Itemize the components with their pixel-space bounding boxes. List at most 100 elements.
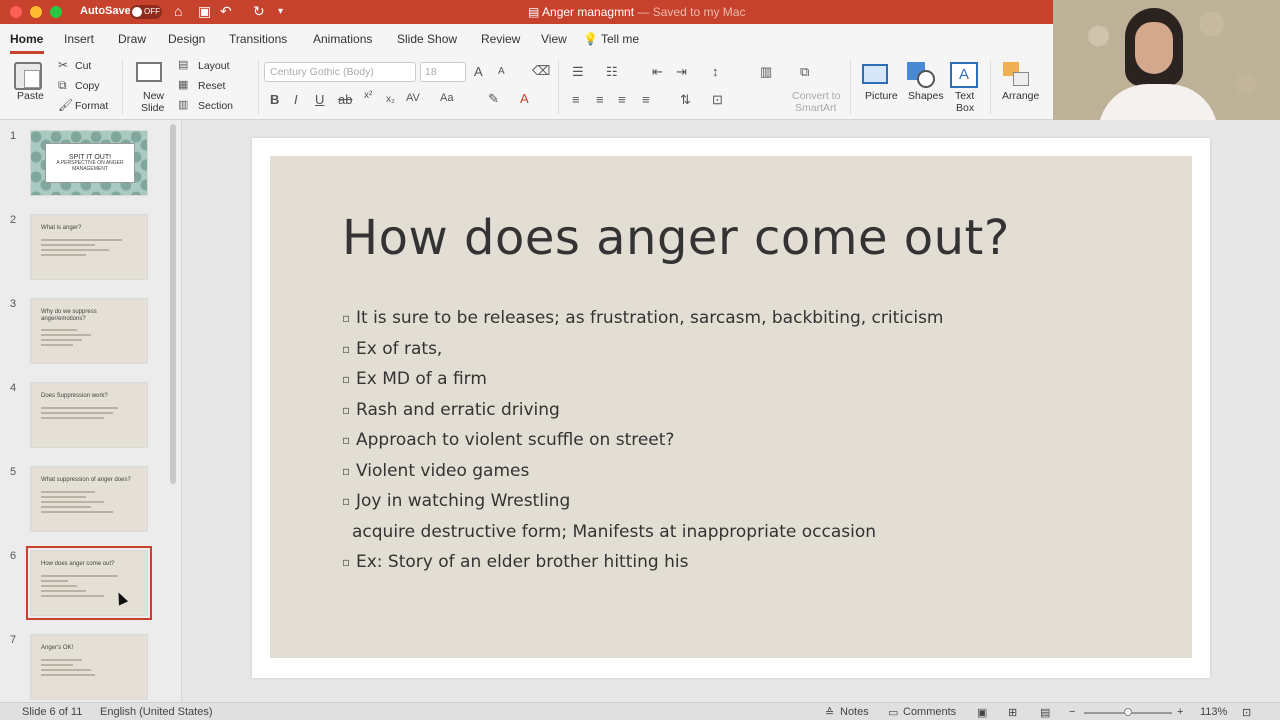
tab-draw[interactable]: Draw — [118, 32, 146, 46]
font-color-icon[interactable]: A — [520, 91, 529, 106]
cut-button[interactable]: Cut — [75, 60, 91, 72]
undo-icon[interactable]: ↶ — [220, 3, 232, 20]
tab-slide-show[interactable]: Slide Show — [397, 32, 457, 46]
notes-icon[interactable]: ≙ — [825, 706, 834, 719]
section-icon[interactable]: ▥ — [178, 98, 188, 111]
bold-icon[interactable]: B — [270, 92, 279, 107]
slide-sorter-icon[interactable]: ⊞ — [1008, 706, 1017, 719]
slide-thumbnail-4[interactable]: Does Suppression work? — [30, 382, 148, 448]
tab-transitions[interactable]: Transitions — [229, 32, 287, 46]
reset-button[interactable]: Reset — [198, 80, 225, 92]
change-case-icon[interactable]: Aa — [440, 92, 453, 104]
align-center-icon[interactable]: ≡ — [596, 92, 604, 107]
format-painter-button[interactable]: Format — [75, 100, 108, 112]
strikethrough-icon[interactable]: ab — [338, 92, 352, 107]
arrange-icon[interactable] — [1003, 62, 1031, 88]
slide-thumbnail-7[interactable]: Anger's OK! — [30, 634, 148, 700]
bullet-item: It is sure to be releases; as frustratio… — [342, 306, 1162, 337]
tab-home[interactable]: Home — [10, 32, 43, 46]
convert-smartart-label-2[interactable]: SmartArt — [795, 102, 836, 114]
close-window-button[interactable] — [10, 6, 22, 18]
notes-button[interactable]: Notes — [840, 706, 869, 718]
comments-button[interactable]: Comments — [903, 706, 956, 718]
copy-icon[interactable]: ⧉ — [58, 78, 67, 93]
tab-view[interactable]: View — [541, 32, 567, 46]
superscript-icon[interactable]: x² — [364, 90, 372, 101]
character-spacing-icon[interactable]: AV — [406, 92, 420, 104]
text-box-icon[interactable]: A — [950, 62, 978, 88]
tab-design[interactable]: Design — [168, 32, 205, 46]
align-right-icon[interactable]: ≡ — [618, 92, 626, 107]
paste-button[interactable]: Paste — [17, 90, 44, 102]
slide-thumbnail-6[interactable]: How does anger come out? — [26, 546, 152, 620]
bullets-icon[interactable]: ☰ — [572, 64, 584, 80]
tell-me-search[interactable]: Tell me — [601, 32, 639, 46]
increase-indent-icon[interactable]: ⇥ — [676, 64, 687, 80]
new-slide-label-2[interactable]: Slide — [141, 102, 164, 114]
line-spacing-icon[interactable]: ↕ — [712, 64, 719, 79]
align-text-icon[interactable]: ⊡ — [712, 92, 723, 108]
layout-button[interactable]: Layout — [198, 60, 230, 72]
tab-review[interactable]: Review — [481, 32, 520, 46]
justify-icon[interactable]: ≡ — [642, 92, 650, 107]
thumbnails-scrollbar[interactable] — [170, 124, 176, 484]
clear-format-icon[interactable]: ⌫ — [532, 63, 550, 79]
customize-toolbar-icon[interactable]: ▾ — [278, 6, 283, 17]
new-slide-icon[interactable] — [136, 62, 162, 82]
slide-thumbnail-2[interactable]: What is anger? — [30, 214, 148, 280]
slide-thumbnail-1[interactable]: SPIT IT OUT! A PERSPECTIVE ON ANGER MANA… — [30, 130, 148, 196]
tab-animations[interactable]: Animations — [313, 32, 372, 46]
slide-canvas[interactable]: How does anger come out? It is sure to b… — [252, 138, 1210, 678]
maximize-window-button[interactable] — [50, 6, 62, 18]
text-box-label-1[interactable]: Text — [955, 90, 974, 102]
redo-icon[interactable]: ↻ — [253, 3, 265, 20]
columns-icon[interactable]: ▥ — [760, 64, 772, 80]
minimize-window-button[interactable] — [30, 6, 42, 18]
new-slide-label-1[interactable]: New — [143, 90, 164, 102]
tab-insert[interactable]: Insert — [64, 32, 94, 46]
paste-icon[interactable] — [14, 62, 42, 90]
smartart-icon[interactable]: ⧉ — [800, 64, 809, 80]
font-size-select[interactable]: 18 — [420, 62, 466, 82]
shapes-button[interactable]: Shapes — [908, 90, 944, 102]
text-box-label-2[interactable]: Box — [956, 102, 974, 114]
numbering-icon[interactable]: ☷ — [606, 64, 618, 80]
decrease-font-icon[interactable]: A — [498, 66, 505, 77]
slide-body[interactable]: It is sure to be releases; as frustratio… — [342, 306, 1162, 581]
format-painter-icon[interactable]: 🖌 — [58, 98, 73, 112]
fit-to-window-icon[interactable]: ⊡ — [1242, 706, 1251, 719]
save-icon[interactable]: ▣ — [198, 3, 211, 20]
picture-button[interactable]: Picture — [865, 90, 898, 102]
slide-title[interactable]: How does anger come out? — [342, 210, 1010, 266]
slide-thumbnail-5[interactable]: What suppression of anger does? — [30, 466, 148, 532]
font-family-select[interactable]: Century Gothic (Body) — [264, 62, 416, 82]
layout-icon[interactable]: ▤ — [178, 58, 188, 71]
underline-icon[interactable]: U — [315, 92, 324, 107]
language-indicator[interactable]: English (United States) — [100, 706, 213, 718]
reading-view-icon[interactable]: ▤ — [1040, 706, 1050, 719]
increase-font-icon[interactable]: A — [474, 64, 483, 79]
highlight-icon[interactable]: ✎ — [488, 91, 499, 107]
zoom-level[interactable]: 113% — [1200, 706, 1227, 718]
picture-icon[interactable] — [862, 64, 888, 84]
subscript-icon[interactable]: x₂ — [386, 94, 395, 105]
italic-icon[interactable]: I — [294, 92, 298, 107]
home-icon[interactable]: ⌂ — [174, 3, 182, 19]
zoom-in-icon[interactable]: + — [1177, 706, 1183, 718]
text-direction-icon[interactable]: ⇅ — [680, 92, 691, 108]
normal-view-icon[interactable]: ▣ — [977, 706, 987, 719]
slide-thumbnail-3[interactable]: Why do we suppress anger/emotions? — [30, 298, 148, 364]
copy-button[interactable]: Copy — [75, 80, 100, 92]
section-button[interactable]: Section — [198, 100, 233, 112]
zoom-out-icon[interactable]: − — [1069, 706, 1075, 718]
zoom-slider-handle[interactable] — [1124, 708, 1132, 716]
arrange-button[interactable]: Arrange — [1002, 90, 1039, 102]
autosave-toggle[interactable]: OFF — [130, 5, 162, 19]
decrease-indent-icon[interactable]: ⇤ — [652, 64, 663, 80]
scissors-icon[interactable]: ✂ — [58, 58, 68, 72]
reset-icon[interactable]: ▦ — [178, 78, 188, 91]
convert-smartart-label-1[interactable]: Convert to — [792, 90, 840, 102]
shapes-icon[interactable] — [907, 62, 937, 88]
align-left-icon[interactable]: ≡ — [572, 92, 580, 107]
comments-icon[interactable]: ▭ — [888, 706, 898, 719]
